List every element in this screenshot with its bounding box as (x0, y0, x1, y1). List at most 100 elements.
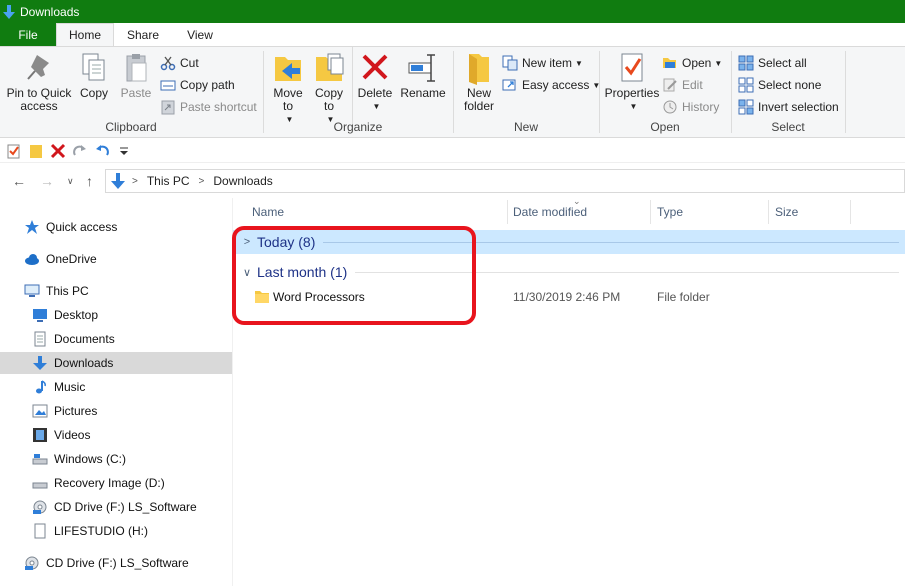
column-separator[interactable] (650, 200, 651, 224)
invert-selection-button[interactable]: Invert selection (738, 97, 839, 117)
new-folder-button[interactable]: New folder (458, 51, 500, 113)
organize-group: Move to ▼ Copy to ▼ Delete ▼ Rename Orga… (264, 47, 452, 137)
select-group-label: Select (771, 120, 805, 134)
easy-access-icon (502, 79, 516, 91)
copy-to-button[interactable]: Copy to ▼ (310, 51, 348, 126)
open-button[interactable]: Open ▼ (662, 53, 722, 73)
breadcrumb-this-pc[interactable]: This PC (147, 174, 190, 188)
group-title: Today (8) (257, 234, 316, 250)
invert-selection-icon (738, 99, 754, 115)
file-date-modified: 11/30/2019 2:46 PM (513, 290, 621, 304)
file-row-word-processors[interactable]: Word Processors 11/30/2019 2:46 PM File … (233, 286, 905, 308)
address-bar[interactable]: > This PC > Downloads (105, 169, 905, 193)
rename-button[interactable]: Rename (400, 51, 446, 100)
nav-item-desktop[interactable]: Desktop (0, 304, 232, 326)
back-arrow-icon[interactable]: ← (12, 173, 26, 189)
group-header-last-month[interactable]: ∨ Last month (1) (233, 260, 905, 284)
breadcrumb-chevron-icon[interactable]: > (132, 176, 138, 187)
nav-item-lifestudio-h[interactable]: LIFESTUDIO (H:) (0, 520, 232, 542)
new-item-button[interactable]: New item ▼ (502, 53, 583, 73)
up-arrow-icon[interactable]: ↑ (86, 173, 93, 189)
column-header-name[interactable]: Name (252, 198, 506, 226)
nav-item-recovery-d[interactable]: Recovery Image (D:) (0, 472, 232, 494)
nav-item-onedrive[interactable]: OneDrive (0, 248, 232, 270)
nav-item-pictures[interactable]: Pictures (0, 400, 232, 422)
copy-path-button[interactable]: Copy path (160, 75, 235, 95)
recent-locations-chevron-icon[interactable]: ∨ (67, 176, 74, 187)
delete-button[interactable]: Delete ▼ (358, 51, 392, 113)
group-header-today[interactable]: > Today (8) (233, 230, 905, 254)
column-header-size[interactable]: Size (775, 198, 849, 226)
music-note-icon (36, 380, 46, 394)
breadcrumb-chevron-icon[interactable]: > (199, 176, 205, 187)
nav-item-videos[interactable]: Videos (0, 424, 232, 446)
pin-to-quick-access-button[interactable]: Pin to Quick access (6, 51, 72, 113)
new-item-icon (502, 55, 518, 71)
copy-to-icon (316, 53, 344, 81)
paste-icon (126, 54, 147, 82)
nav-item-downloads[interactable]: Downloads (0, 352, 232, 374)
column-header-date-modified[interactable]: Date modified (513, 198, 649, 226)
properties-checkmark-icon[interactable] (6, 143, 22, 159)
nav-item-quick-access[interactable]: Quick access (0, 216, 232, 238)
paste-button[interactable]: Paste (116, 51, 156, 100)
file-type: File folder (657, 290, 710, 304)
delete-x-icon[interactable] (50, 143, 66, 159)
star-icon (25, 220, 39, 234)
undo-icon[interactable] (94, 143, 110, 159)
tab-share[interactable]: Share (114, 23, 172, 46)
edit-button[interactable]: Edit (662, 75, 703, 95)
properties-button[interactable]: Properties ▼ (604, 51, 660, 113)
chevron-right-icon[interactable]: > (239, 236, 255, 248)
quick-access-toolbar (0, 139, 905, 163)
copy-path-icon (160, 80, 176, 91)
chevron-down-icon: ▼ (372, 102, 381, 111)
ribbon-separator (352, 47, 353, 127)
column-separator[interactable] (768, 200, 769, 224)
nav-item-cd-drive-f-root[interactable]: CD Drive (F:) LS_Software (0, 552, 232, 574)
nav-item-documents[interactable]: Documents (0, 328, 232, 350)
tab-view[interactable]: View (172, 23, 228, 46)
history-button[interactable]: History (662, 97, 719, 117)
column-header-type[interactable]: Type (657, 198, 767, 226)
select-all-button[interactable]: Select all (738, 53, 807, 73)
nav-item-cd-drive-f[interactable]: CD Drive (F:) LS_Software (0, 496, 232, 518)
cd-drive-icon (33, 500, 47, 514)
nav-item-windows-c[interactable]: Windows (C:) (0, 448, 232, 470)
select-none-icon (738, 77, 754, 93)
pictures-icon (32, 404, 48, 418)
new-folder-icon[interactable] (28, 143, 44, 159)
cut-button[interactable]: Cut (160, 53, 199, 73)
film-strip-icon (33, 428, 47, 442)
chevron-down-icon: ▼ (575, 58, 583, 68)
breadcrumb-downloads[interactable]: Downloads (213, 174, 272, 188)
column-separator[interactable] (850, 200, 851, 224)
nav-item-this-pc[interactable]: This PC (0, 280, 232, 302)
tab-file[interactable]: File (0, 23, 56, 46)
ribbon-tabs: File Home Share View (0, 23, 905, 46)
open-group: Properties ▼ Open ▼ Edit History Open (600, 47, 730, 137)
select-none-button[interactable]: Select none (738, 75, 821, 95)
column-separator[interactable] (507, 200, 508, 224)
ribbon-separator (845, 51, 846, 133)
download-arrow-icon (33, 356, 47, 370)
customize-toolbar-dropdown-icon[interactable] (116, 143, 132, 159)
navigation-row: ← → ∨ ↑ > This PC > Downloads (0, 164, 905, 198)
easy-access-button[interactable]: Easy access ▼ (502, 75, 600, 95)
clipboard-group-label: Clipboard (105, 120, 157, 134)
forward-arrow-icon[interactable]: → (40, 173, 54, 189)
tab-home[interactable]: Home (56, 23, 114, 46)
clipboard-group: Pin to Quick access Copy Paste Cut Copy … (0, 47, 262, 137)
move-to-button[interactable]: Move to ▼ (270, 51, 306, 126)
paste-shortcut-button[interactable]: Paste shortcut (160, 97, 257, 117)
title-bar: Downloads (0, 0, 905, 23)
copy-button[interactable]: Copy (76, 51, 112, 100)
redo-icon[interactable] (72, 143, 88, 159)
chevron-down-icon[interactable]: ∨ (239, 266, 255, 279)
scissors-icon (160, 56, 176, 71)
nav-item-music[interactable]: Music (0, 376, 232, 398)
rename-icon (408, 54, 435, 82)
computer-icon (24, 284, 40, 297)
group-divider-line (355, 271, 899, 273)
move-to-icon (275, 57, 301, 81)
